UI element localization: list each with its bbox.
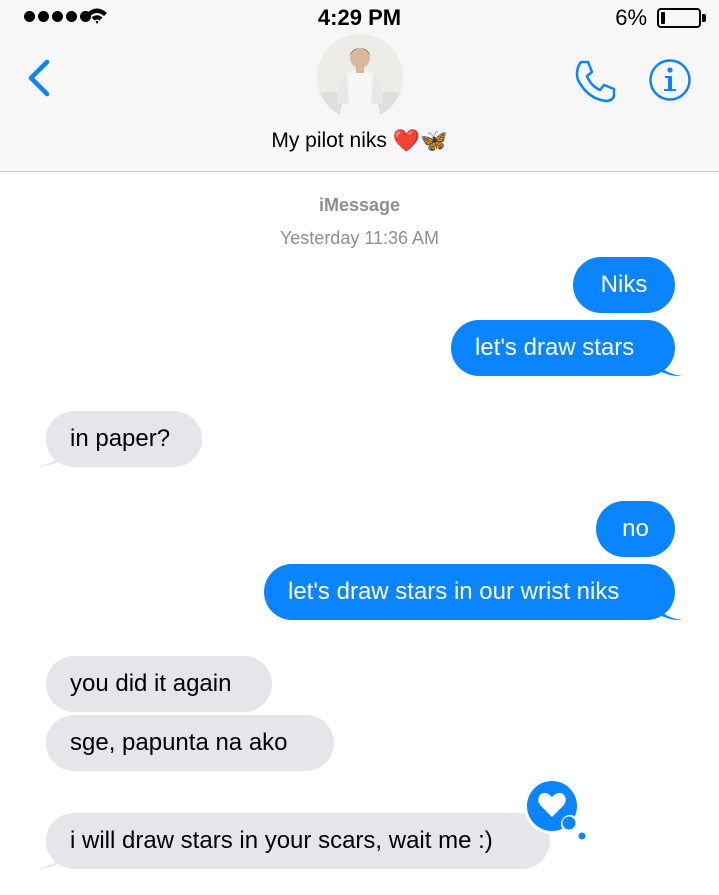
incoming-message[interactable]: i will draw stars in your scars, wait me… xyxy=(46,813,550,869)
call-button[interactable] xyxy=(570,56,620,106)
message-timestamp: Yesterday 11:36 AM xyxy=(279,228,440,248)
outgoing-message[interactable]: let's draw stars in our wrist niks xyxy=(264,564,675,620)
bubble-tail xyxy=(652,356,682,377)
message-text: you did it again xyxy=(70,670,232,697)
info-button[interactable] xyxy=(648,58,692,102)
message-text: i will draw stars in your scars, wait me… xyxy=(70,827,493,854)
back-button[interactable] xyxy=(22,58,58,98)
phone-icon xyxy=(575,60,616,103)
incoming-message[interactable]: in paper? xyxy=(46,411,202,467)
message-text: let's draw stars xyxy=(475,334,635,361)
status-bar: 4:29 PM 6% xyxy=(0,0,719,36)
outgoing-message[interactable]: Niks xyxy=(573,257,675,313)
contact-name[interactable]: My pilot niks ❤️🦋 xyxy=(0,128,719,154)
bubble-tail xyxy=(38,446,68,467)
battery-icon xyxy=(657,8,701,28)
incoming-message[interactable]: you did it again xyxy=(46,656,272,712)
chevron-left-icon xyxy=(28,59,50,97)
messages-screen: My pilot niks ❤️🦋 4:29 PM 6% iMessage Ye… xyxy=(0,0,719,895)
outgoing-message[interactable]: no xyxy=(596,501,675,557)
status-time: 4:29 PM xyxy=(317,5,402,30)
outgoing-message[interactable]: let's draw stars xyxy=(451,320,675,376)
service-label: iMessage xyxy=(318,195,401,215)
battery-terminal xyxy=(702,14,706,22)
heart-reaction-icon[interactable] xyxy=(522,776,592,846)
message-text: no xyxy=(622,515,649,542)
heart-butterfly-emoji: ❤️🦋 xyxy=(392,128,448,153)
message-text: sge, papunta na ako xyxy=(70,729,288,756)
message-text: let's draw stars in our wrist niks xyxy=(288,578,620,605)
avatar[interactable] xyxy=(317,34,403,120)
incoming-message[interactable]: sge, papunta na ako xyxy=(46,715,334,771)
avatar-photo xyxy=(317,34,403,120)
message-text: Niks xyxy=(600,271,648,298)
message-text: in paper? xyxy=(70,425,171,452)
contact-name-label: My pilot niks xyxy=(271,129,387,152)
battery-percentage: 6% xyxy=(615,5,647,30)
info-icon xyxy=(649,59,691,101)
bubble-tail xyxy=(652,600,682,621)
bubble-tail xyxy=(38,848,68,869)
